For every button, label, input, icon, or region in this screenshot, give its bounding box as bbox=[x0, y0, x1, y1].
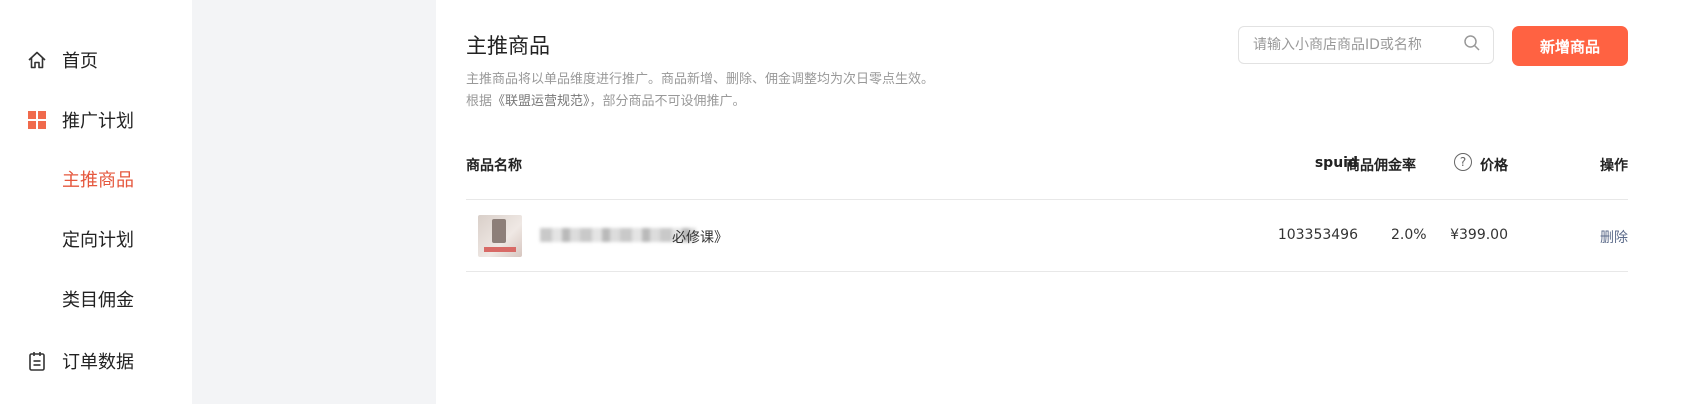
search-input[interactable] bbox=[1251, 36, 1463, 54]
table-divider bbox=[466, 199, 1628, 200]
rules-link[interactable]: 《联盟运营规范》 bbox=[492, 94, 590, 109]
product-name[interactable]: 必修课》 bbox=[672, 227, 728, 247]
sidebar-item-home[interactable]: 首页 bbox=[26, 47, 98, 73]
search-box[interactable] bbox=[1238, 26, 1494, 64]
column-header-name: 商品名称 bbox=[466, 158, 522, 174]
description-line-1: 主推商品将以单品维度进行推广。商品新增、删除、佣金调整均为次日零点生效。 bbox=[466, 72, 935, 87]
clipboard-icon bbox=[26, 350, 48, 372]
sidebar-subitem-targeted-plan[interactable]: 定向计划 bbox=[62, 226, 134, 252]
help-icon[interactable]: ? bbox=[1454, 153, 1472, 171]
add-product-button[interactable]: 新增商品 bbox=[1512, 26, 1628, 66]
sidebar-item-label: 首页 bbox=[62, 51, 98, 72]
sidebar-subitem-featured-products[interactable]: 主推商品 bbox=[62, 166, 134, 192]
home-icon bbox=[26, 49, 48, 71]
product-price: ¥399.00 bbox=[1450, 227, 1508, 243]
description-suffix: ，部分商品不可设佣推广。 bbox=[589, 94, 746, 109]
sidebar-item-order-data[interactable]: 订单数据 bbox=[26, 348, 134, 374]
column-header-price: 价格 bbox=[1480, 158, 1508, 174]
page-title: 主推商品 bbox=[466, 34, 550, 58]
grid-icon bbox=[26, 109, 48, 131]
description-line-2: 根据《联盟运营规范》，部分商品不可设佣推广。 bbox=[466, 90, 746, 109]
table-divider bbox=[466, 271, 1628, 272]
description-prefix: 根据 bbox=[466, 94, 493, 109]
sidebar-item-promotion-plan[interactable]: 推广计划 bbox=[26, 107, 134, 133]
delete-link[interactable]: 删除 bbox=[1600, 227, 1628, 247]
column-header-commission: 商品佣金率 bbox=[1346, 158, 1416, 174]
product-thumbnail bbox=[478, 215, 522, 257]
sidebar: 首页 推广计划 主推商品 定向计划 类目佣金 订单数据 bbox=[0, 0, 192, 404]
product-spuid: 103353496 bbox=[1277, 227, 1358, 243]
sidebar-subitem-category-commission[interactable]: 类目佣金 bbox=[62, 286, 134, 312]
product-commission: 2.0% bbox=[1391, 227, 1427, 243]
main-panel: 主推商品 主推商品将以单品维度进行推广。商品新增、删除、佣金调整均为次日零点生效… bbox=[436, 0, 1688, 404]
search-icon[interactable] bbox=[1463, 34, 1481, 56]
sidebar-item-label: 推广计划 bbox=[62, 111, 134, 132]
sidebar-item-label: 订单数据 bbox=[62, 352, 134, 373]
column-header-action: 操作 bbox=[1600, 158, 1628, 174]
